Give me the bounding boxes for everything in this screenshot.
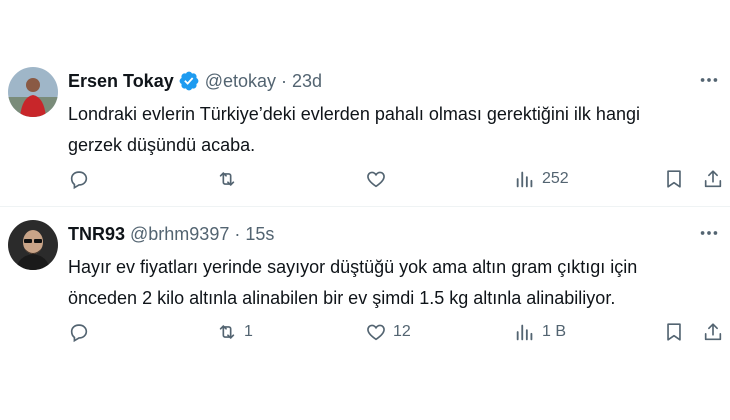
analytics-icon (516, 171, 533, 188)
like-count: 12 (393, 323, 411, 340)
avatar[interactable] (8, 220, 58, 270)
timestamp[interactable]: 15s (245, 224, 274, 245)
reply-button[interactable] (68, 167, 96, 191)
share-icon (704, 170, 722, 188)
views-button[interactable]: 252 (514, 167, 569, 191)
author-name[interactable]: Ersen Tokay (68, 71, 174, 92)
tweet-actions: 1 12 1 B (68, 320, 722, 344)
tweet[interactable]: TNR93 @brhm9397 · 15s Hayır ev fiyatları… (0, 208, 730, 358)
tweet-divider (0, 206, 730, 207)
reply-icon (70, 324, 88, 343)
retweet-icon (219, 172, 235, 186)
heart-icon (367, 171, 385, 188)
retweet-count: 1 (244, 323, 253, 340)
view-count: 252 (542, 170, 569, 187)
bookmark-icon (667, 170, 681, 188)
tweet-text: Hayır ev fiyatları yerinde sayıyor düştü… (68, 257, 638, 308)
retweet-button[interactable] (216, 167, 244, 191)
analytics-icon (516, 324, 533, 341)
bookmark-button[interactable] (663, 167, 685, 191)
verified-badge-icon (179, 71, 199, 91)
retweet-icon (219, 325, 235, 339)
tweet[interactable]: Ersen Tokay @etokay · 23d Londraki evler… (0, 55, 730, 205)
views-button[interactable]: 1 B (514, 320, 566, 344)
like-button[interactable] (365, 167, 393, 191)
reply-button[interactable] (68, 320, 96, 344)
like-button[interactable]: 12 (365, 320, 411, 344)
bookmark-button[interactable] (663, 320, 685, 344)
share-button[interactable] (702, 320, 724, 344)
view-count: 1 B (542, 323, 567, 340)
separator-dot: · (234, 223, 241, 244)
heart-icon (367, 324, 385, 341)
author-handle[interactable]: @brhm9397 (130, 224, 229, 245)
more-options-icon[interactable] (698, 69, 720, 91)
reply-icon (70, 171, 88, 190)
tweet-text: Londraki evlerin Türkiye’deki evlerden p… (68, 104, 640, 155)
tweet-header: Ersen Tokay @etokay · 23d (68, 69, 322, 93)
author-handle[interactable]: @etokay (205, 71, 276, 92)
separator-dot: · (281, 70, 288, 91)
author-name[interactable]: TNR93 (68, 224, 125, 245)
tweet-actions: 252 (68, 167, 722, 191)
tweet-header: TNR93 @brhm9397 · 15s (68, 222, 274, 246)
timestamp[interactable]: 23d (292, 71, 322, 92)
share-icon (704, 323, 722, 341)
avatar[interactable] (8, 67, 58, 117)
more-options-icon[interactable] (698, 222, 720, 244)
retweet-button[interactable]: 1 (216, 320, 253, 344)
share-button[interactable] (702, 167, 724, 191)
bookmark-icon (667, 323, 681, 341)
